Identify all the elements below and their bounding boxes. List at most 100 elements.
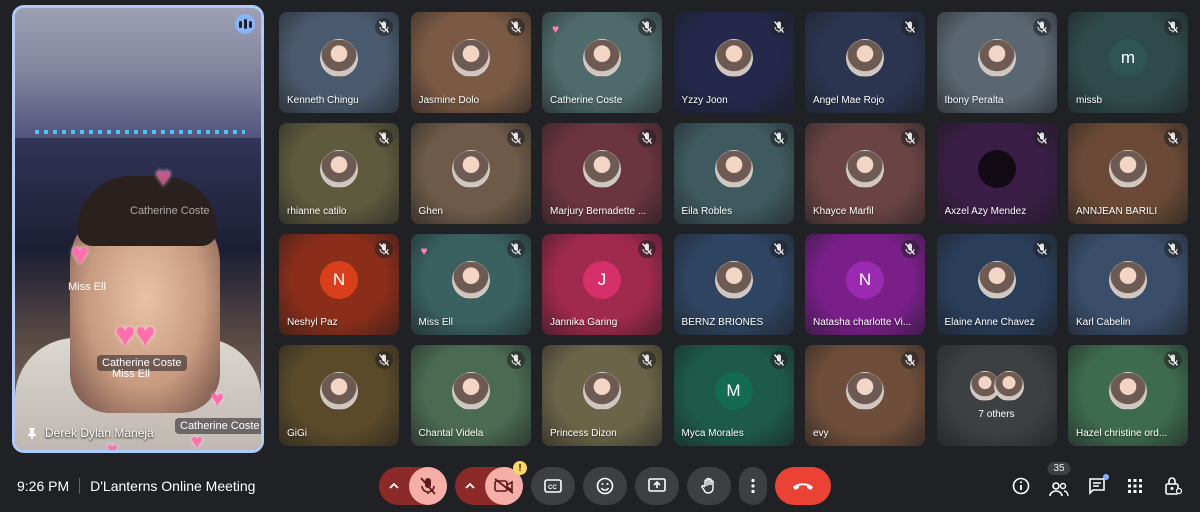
people-button[interactable]: 35 xyxy=(1044,462,1074,505)
lock-person-icon xyxy=(1165,477,1182,495)
avatar xyxy=(846,38,884,77)
mic-off-icon xyxy=(506,129,525,147)
host-controls-button[interactable] xyxy=(1158,467,1188,505)
others-count-label: 7 others xyxy=(978,409,1015,420)
video-options-button[interactable] xyxy=(455,467,485,505)
participant-tile[interactable]: Yzzy Joon xyxy=(673,12,794,113)
more-options-button[interactable] xyxy=(739,467,767,505)
speaking-indicator-icon xyxy=(235,14,255,34)
participant-name: Jasmine Dolo xyxy=(418,95,480,106)
avatar xyxy=(320,371,358,410)
participant-name: Ghen xyxy=(418,206,443,217)
svg-text:CC: CC xyxy=(548,485,557,491)
captions-button[interactable]: CC xyxy=(531,467,575,505)
participant-tile[interactable]: Ghen xyxy=(410,123,531,224)
audio-options-button[interactable] xyxy=(379,467,409,505)
sparkle-heart-icon: ♥ xyxy=(191,431,203,453)
participant-tile[interactable]: Hazel christine ord... xyxy=(1068,345,1188,446)
avatar xyxy=(583,371,621,410)
mic-off-icon xyxy=(638,18,656,36)
participant-tile[interactable]: Elaine Anne Chavez xyxy=(936,234,1057,335)
participant-name: Natasha charlotte Vi... xyxy=(813,317,912,328)
mic-off-icon xyxy=(901,240,919,258)
participant-name: ANNJEAN BARILI xyxy=(1076,206,1158,217)
activities-button[interactable] xyxy=(1120,467,1150,505)
participant-tile[interactable]: Angel Mae Rojo xyxy=(805,12,925,113)
active-speaker-tile[interactable]: ♥ Catherine Coste ♥ Miss Ell ♥♥ Catherin… xyxy=(12,5,264,453)
participant-tile[interactable]: Karl Cabelin xyxy=(1068,234,1188,335)
mic-off-icon xyxy=(1164,240,1182,258)
end-call-icon xyxy=(793,483,813,490)
participant-name: Khayce Marfil xyxy=(813,206,874,217)
participant-name: Yzzy Joon xyxy=(681,95,728,106)
participant-tile[interactable]: Princess Dizon xyxy=(542,345,662,446)
participant-tile[interactable]: m missb xyxy=(1068,12,1188,113)
meeting-details-button[interactable] xyxy=(1006,467,1036,505)
meeting-info: 9:26 PM D'Lanterns Online Meeting xyxy=(17,478,255,494)
reaction-sender-label: Catherine Coste xyxy=(130,205,210,217)
reactions-button[interactable] xyxy=(583,467,627,505)
background-ceiling xyxy=(15,8,261,138)
present-screen-button[interactable] xyxy=(635,467,679,505)
mic-off-icon xyxy=(375,129,393,147)
participant-tile[interactable]: BERNZ BRIONES xyxy=(673,234,794,335)
participant-tile[interactable]: Eila Robles xyxy=(673,123,794,224)
avatar xyxy=(451,260,490,299)
participant-tile[interactable]: N Neshyl Paz xyxy=(279,234,399,335)
participant-tile[interactable]: Chantal Videla xyxy=(410,345,531,446)
participant-name: Catherine Coste xyxy=(550,95,623,106)
participant-tile[interactable]: GiGi xyxy=(279,345,399,446)
participant-name: Kenneth Chingu xyxy=(287,95,359,106)
participant-name: Angel Mae Rojo xyxy=(813,95,885,106)
mic-off-icon xyxy=(638,351,656,369)
participant-tile[interactable]: Axzel Azy Mendez xyxy=(936,123,1057,224)
avatar xyxy=(1109,371,1147,410)
raise-hand-button[interactable] xyxy=(687,467,731,505)
participant-tile[interactable]: Khayce Marfil xyxy=(805,123,925,224)
meeting-title: D'Lanterns Online Meeting xyxy=(90,478,256,494)
warning-badge-icon: ! xyxy=(513,461,527,475)
participant-name: Neshyl Paz xyxy=(287,317,338,328)
reaction-sender-label: Miss Ell xyxy=(112,368,150,380)
camera-control-group: ! xyxy=(455,461,527,505)
avatar: N xyxy=(320,260,358,299)
pin-icon xyxy=(27,427,37,439)
mic-toggle-button[interactable] xyxy=(409,467,447,505)
chat-button[interactable] xyxy=(1082,467,1112,505)
participant-tile[interactable]: M Myca Morales xyxy=(673,345,794,446)
participant-tile[interactable]: evy xyxy=(805,345,925,446)
avatar xyxy=(714,149,753,188)
avatar xyxy=(714,260,753,299)
participant-tile[interactable]: Kenneth Chingu xyxy=(279,12,399,113)
participant-tile[interactable]: N Natasha charlotte Vi... xyxy=(805,234,925,335)
avatar xyxy=(714,38,753,77)
mic-off-icon xyxy=(1032,240,1051,258)
camera-toggle-button[interactable]: ! xyxy=(485,461,527,505)
participant-name: Chantal Videla xyxy=(418,428,484,439)
closed-captions-icon: CC xyxy=(544,479,562,493)
speaker-name-label: Derek Dylan Maneja xyxy=(27,426,154,440)
mic-off-icon xyxy=(1164,18,1182,36)
chevron-up-icon xyxy=(465,482,475,489)
participant-tile[interactable]: 7 others xyxy=(936,345,1057,446)
more-vert-icon xyxy=(751,478,755,494)
participant-name: BERNZ BRIONES xyxy=(681,317,764,328)
participant-tile[interactable]: ANNJEAN BARILI xyxy=(1068,123,1188,224)
participant-tile[interactable]: rhianne catilo xyxy=(279,123,399,224)
divider xyxy=(79,478,81,494)
participant-count-badge: 35 xyxy=(1047,462,1071,475)
sparkle-heart-icon: ♥ xyxy=(211,386,225,411)
participant-tile[interactable]: ♥ Catherine Coste xyxy=(542,12,662,113)
participant-tile[interactable]: Marjury Bernadette ... xyxy=(542,123,662,224)
leave-call-button[interactable] xyxy=(775,467,831,505)
avatar xyxy=(320,149,358,188)
mic-off-icon xyxy=(769,240,788,258)
background-led-strip xyxy=(35,130,245,134)
participant-tile[interactable]: Ibony Peralta xyxy=(936,12,1057,113)
mic-off-icon xyxy=(1032,129,1051,147)
present-screen-icon xyxy=(648,478,666,492)
participant-name: Marjury Bernadette ... xyxy=(550,206,647,217)
participant-tile[interactable]: J Jannika Garing xyxy=(542,234,662,335)
participant-tile[interactable]: Jasmine Dolo xyxy=(410,12,531,113)
participant-tile[interactable]: ♥ Miss Ell xyxy=(410,234,531,335)
